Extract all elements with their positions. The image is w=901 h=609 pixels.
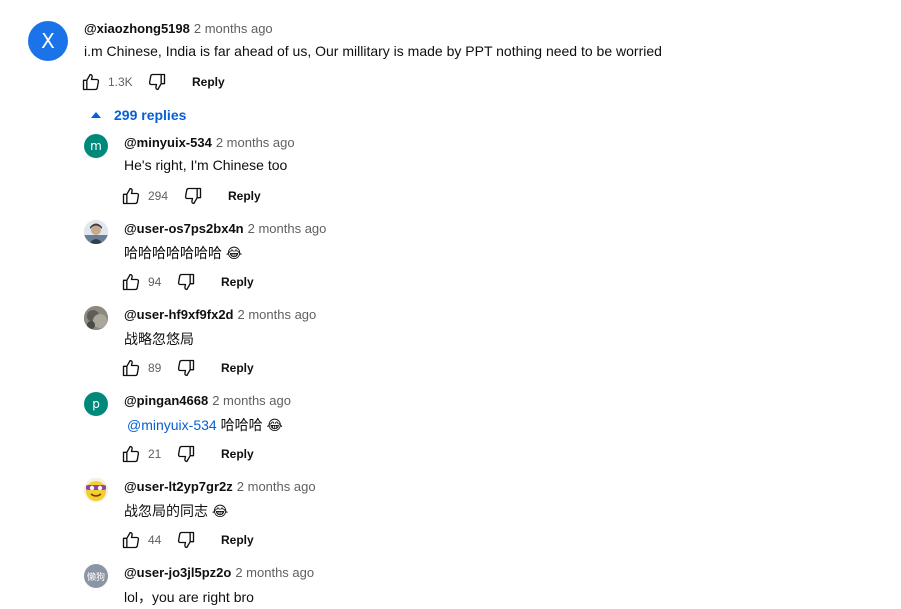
comment-header: @user-lt2yp7gr2z 2 months ago — [124, 479, 316, 494]
like-icon[interactable] — [121, 272, 141, 292]
author-handle[interactable]: @minyuix-534 — [124, 135, 212, 150]
comment-header: @pingan4668 2 months ago — [124, 393, 291, 408]
avatar[interactable]: m — [84, 134, 108, 158]
comment-header: @minyuix-534 2 months ago — [124, 135, 295, 150]
like-count: 1.3K — [108, 75, 133, 89]
comment-text: lol，you are right bro — [124, 589, 254, 605]
author-handle[interactable]: @user-jo3jl5pz2o — [124, 565, 231, 580]
caret-up-icon — [91, 112, 101, 118]
timestamp[interactable]: 2 months ago — [237, 479, 316, 494]
like-count: 94 — [148, 275, 162, 289]
comment-text: 战略忽悠局 — [124, 331, 194, 347]
avatar[interactable]: X — [28, 21, 68, 61]
comment-header: @user-jo3jl5pz2o 2 months ago — [124, 565, 314, 580]
comment-text: 战忽局的同志 😂 — [124, 503, 229, 519]
avatar-letter: p — [92, 397, 100, 411]
timestamp[interactable]: 2 months ago — [237, 307, 316, 322]
dislike-icon[interactable] — [176, 272, 196, 292]
comment-header: @xiaozhong5198 2 months ago — [84, 21, 273, 36]
replies-count: 299 replies — [114, 107, 187, 123]
avatar[interactable] — [84, 478, 108, 502]
timestamp[interactable]: 2 months ago — [248, 221, 327, 236]
dislike-icon[interactable] — [176, 444, 196, 464]
dislike-icon[interactable] — [147, 72, 167, 92]
timestamp[interactable]: 2 months ago — [216, 135, 295, 150]
comment-text: @minyuix-534 哈哈哈 😂 — [124, 415, 283, 435]
like-count: 89 — [148, 361, 162, 375]
like-icon[interactable] — [81, 72, 101, 92]
author-handle[interactable]: @user-os7ps2bx4n — [124, 221, 244, 236]
avatar-text: 懒狗 — [86, 572, 105, 583]
reply-button[interactable]: Reply — [221, 275, 254, 289]
avatar[interactable] — [84, 306, 108, 330]
author-handle[interactable]: @xiaozhong5198 — [84, 21, 190, 36]
comment-text-body: 哈哈哈 😂 — [216, 417, 283, 433]
author-handle[interactable]: @pingan4668 — [124, 393, 208, 408]
reply-button[interactable]: Reply — [221, 361, 254, 375]
avatar-letter: X — [41, 29, 55, 53]
reply-button[interactable]: Reply — [192, 75, 225, 89]
avatar[interactable] — [84, 220, 108, 244]
comment-text: i.m Chinese, India is far ahead of us, O… — [84, 43, 662, 59]
user-photo-icon — [84, 306, 108, 330]
author-handle[interactable]: @user-hf9xf9fx2d — [124, 307, 233, 322]
comment-text: 哈哈哈哈哈哈哈 😂 — [124, 245, 243, 261]
like-icon[interactable] — [121, 186, 141, 206]
timestamp[interactable]: 2 months ago — [212, 393, 291, 408]
like-count: 294 — [148, 189, 169, 203]
comment-text: He's right, I'm Chinese too — [124, 157, 288, 173]
like-icon[interactable] — [121, 444, 141, 464]
cartoon-avatar-icon — [84, 478, 108, 502]
reply-button[interactable]: Reply — [221, 447, 254, 461]
reply-button[interactable]: Reply — [228, 189, 261, 203]
avatar-letter: m — [90, 139, 102, 153]
reply-button[interactable]: Reply — [221, 533, 254, 547]
user-photo-icon — [84, 220, 108, 244]
comment-header: @user-hf9xf9fx2d 2 months ago — [124, 307, 316, 322]
mention-link[interactable]: @minyuix-534 — [127, 417, 217, 433]
dislike-icon[interactable] — [183, 186, 203, 206]
avatar[interactable]: p — [84, 392, 108, 416]
comment-header: @user-os7ps2bx4n 2 months ago — [124, 221, 326, 236]
author-handle[interactable]: @user-lt2yp7gr2z — [124, 479, 233, 494]
timestamp[interactable]: 2 months ago — [194, 21, 273, 36]
timestamp[interactable]: 2 months ago — [235, 565, 314, 580]
like-icon[interactable] — [121, 358, 141, 378]
avatar[interactable]: 懒狗 — [84, 564, 108, 588]
dislike-icon[interactable] — [176, 530, 196, 550]
like-count: 44 — [148, 533, 162, 547]
like-count: 21 — [148, 447, 162, 461]
dislike-icon[interactable] — [176, 358, 196, 378]
replies-toggle[interactable]: 299 replies — [91, 107, 186, 123]
like-icon[interactable] — [121, 530, 141, 550]
